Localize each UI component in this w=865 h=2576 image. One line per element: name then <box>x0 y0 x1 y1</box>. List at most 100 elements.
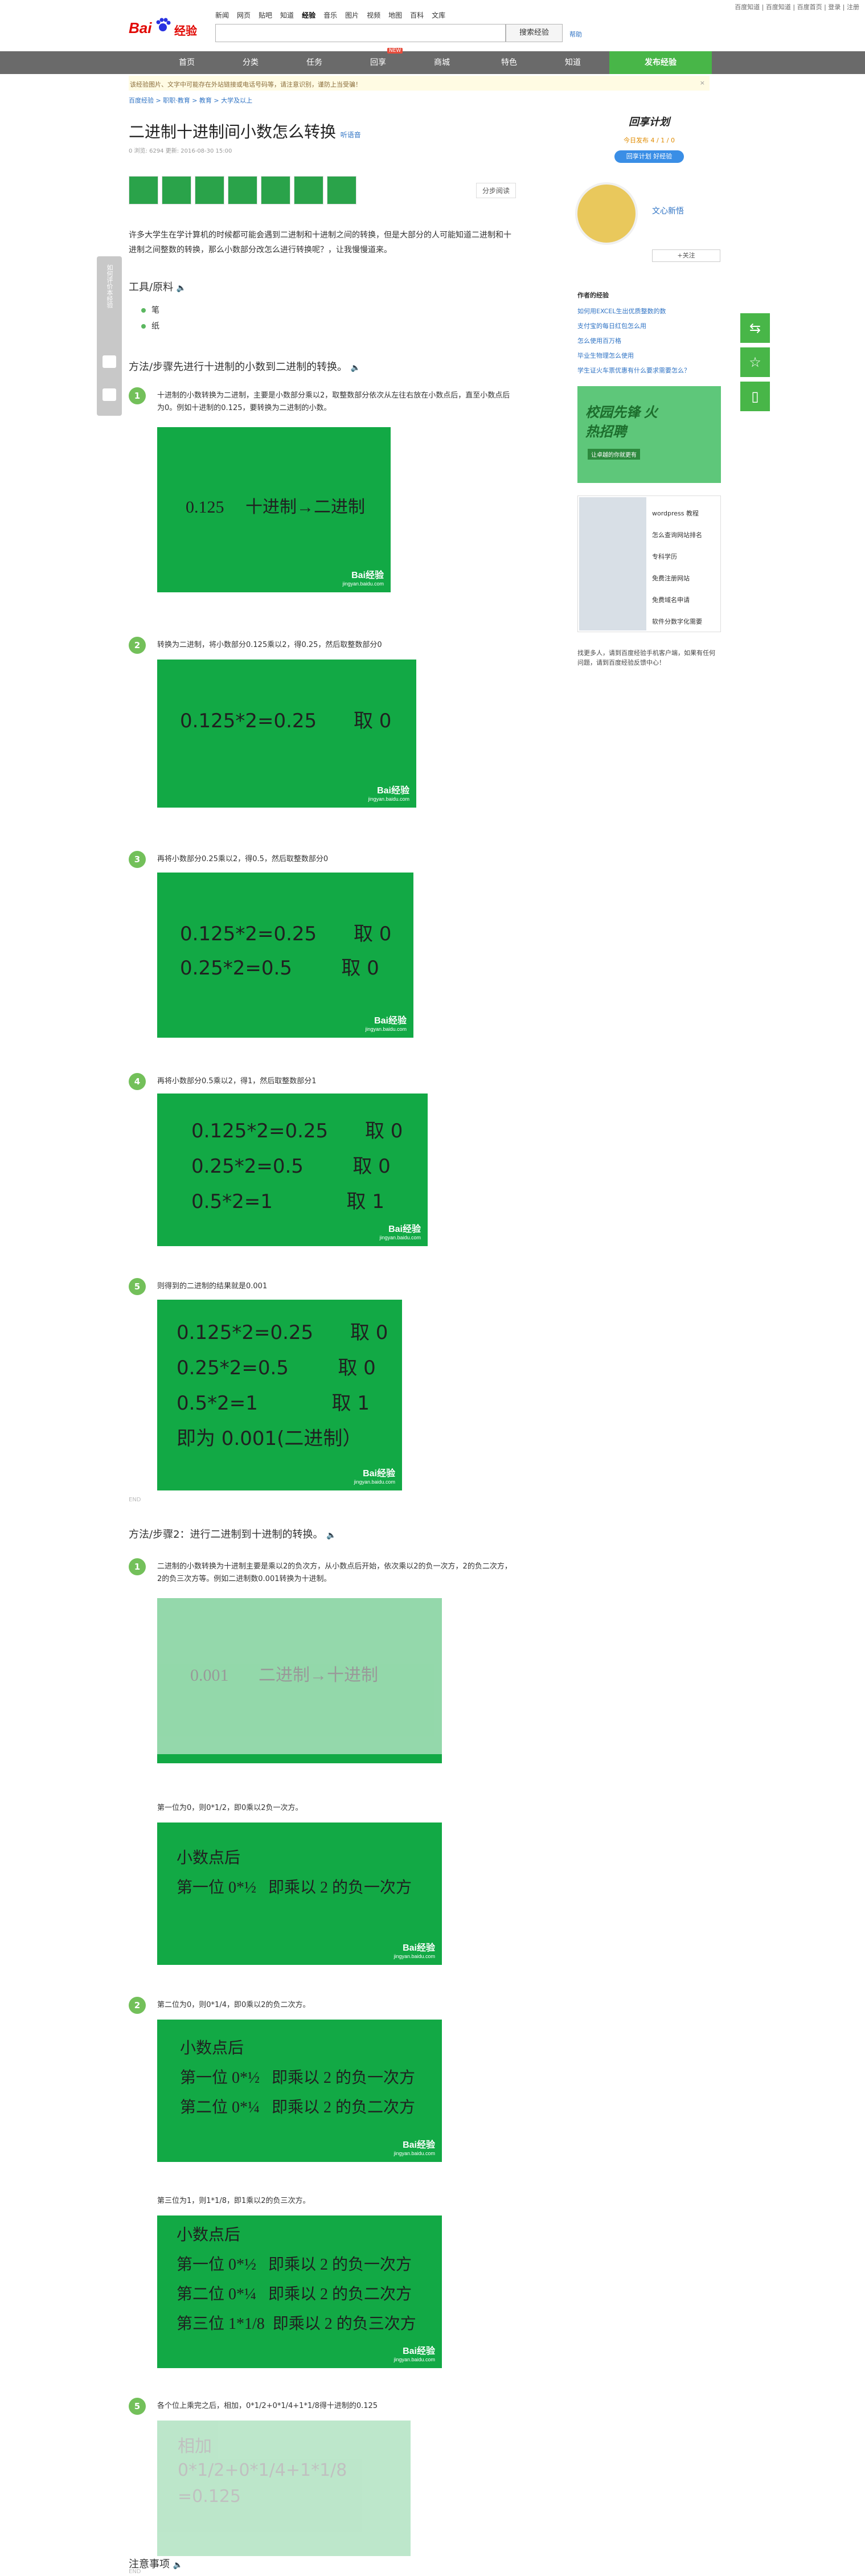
sidebar-footer: 找更多人，请到百度经验手机客户端，如果有任何问题，请到百度经验反馈中心！ <box>577 649 715 666</box>
author-exp-heading: 作者的经验 <box>577 292 609 299</box>
channel-wenku[interactable]: 文库 <box>432 10 445 20</box>
thumb-down-icon[interactable] <box>103 388 116 401</box>
nav-zhidao[interactable]: 知道 <box>546 51 600 74</box>
related-link[interactable]: 专科学历 <box>652 546 702 568</box>
step-number: 5 <box>129 1278 146 1295</box>
thumbnail[interactable] <box>228 176 257 204</box>
ad-banner[interactable]: 校园先锋 火热招聘 让卓越的你就更有 <box>577 386 721 483</box>
step-image[interactable]: 0.125*2=0.25 取 0 0.25*2=0.5 取 0 0.5*2=1 … <box>157 1094 428 1246</box>
nav-category[interactable]: 分类 <box>223 51 278 74</box>
new-badge: NEW <box>387 48 403 54</box>
step-text: 十进制的小数转换为二进制，主要是小数部分乘以2，取整数部分依次从左往右放在小数点… <box>157 391 510 412</box>
method2-heading: 方法/步骤2：进行二进制到十进制的转换。 🔈 <box>129 1529 337 1541</box>
thumbnail[interactable] <box>129 176 158 204</box>
speaker-icon[interactable]: 🔈 <box>173 2561 183 2570</box>
thumbnail[interactable] <box>294 176 323 204</box>
step-number: 2 <box>129 637 146 654</box>
channel-video[interactable]: 视频 <box>367 10 380 20</box>
step-number: 4 <box>129 1073 146 1090</box>
breadcrumb[interactable]: 百度经验 > 职职·教育 > 教育 > 大学及以上 <box>129 96 252 105</box>
exp-link[interactable]: 学生证火车票优惠有什么要求需要怎么？ <box>577 363 690 378</box>
channel-jingyan[interactable]: 经验 <box>302 10 315 20</box>
step-image[interactable]: 0.125 十进制→二进制 Bai经验 jingyan.baidu.com <box>157 427 391 592</box>
step-text: 第一位为0，则0*1/2，即0乘以2负一次方。 <box>157 1804 303 1812</box>
search-input[interactable] <box>215 24 506 42</box>
huixiang-brand: 回享计划 <box>629 116 670 128</box>
avatar[interactable] <box>575 182 638 245</box>
float-actions: ⇆ ☆ ▯ <box>740 313 770 416</box>
nav-special[interactable]: 特色 <box>482 51 536 74</box>
help-link[interactable]: 帮助 <box>569 30 582 39</box>
step-image[interactable]: 0.125*2=0.25 取 0 Bai经验 jingyan.baidu.com <box>157 660 416 808</box>
publish-button[interactable]: 发布经验 <box>609 51 712 74</box>
step-image[interactable]: 小数点后 第一位 0*½ 即乘以 2 的负一次方 第二位 0*¼ 即乘以 2 的… <box>157 2020 442 2162</box>
nav-task[interactable]: 任务 <box>287 51 342 74</box>
speaker-icon[interactable]: 🔈 <box>177 284 186 293</box>
channel-image[interactable]: 图片 <box>345 10 359 20</box>
top-links[interactable]: 百度知道 | 百度知道 | 百度首页 | 登录 | 注册 <box>735 2 859 11</box>
thumbnail[interactable] <box>162 176 191 204</box>
step-image[interactable]: 0.125*2=0.25 取 0 0.25*2=0.5 取 0 0.5*2=1 … <box>157 1300 402 1490</box>
related-link[interactable]: 免费域名申请 <box>652 589 702 611</box>
related-link[interactable]: 怎么查询网站排名 <box>652 525 702 546</box>
exp-link[interactable]: 如何用EXCEL生出优质整数的数 <box>577 304 690 319</box>
article-meta: 0 浏览: 6294 更新: 2016-08-30 15:00 <box>129 148 232 154</box>
related-link[interactable]: 免费注册网站 <box>652 568 702 589</box>
baidu-jingyan-logo[interactable]: Bai 经验 <box>129 16 208 43</box>
channel-zhidao[interactable]: 知道 <box>280 10 294 20</box>
paw-icon <box>156 18 171 31</box>
listen-button[interactable]: 听语音 <box>341 131 361 139</box>
sidebar: 回享计划 今日发布 4 / 1 / 0 回享计划 好经验 文心新悟 +关注 作者… <box>569 114 729 666</box>
star-icon[interactable]: ☆ <box>740 347 770 377</box>
huixiang-plan-button[interactable]: 回享计划 好经验 <box>614 150 684 163</box>
follow-button[interactable]: +关注 <box>652 249 720 262</box>
step-text: 转换为二进制，将小数部分0.125乘以2，得0.25，然后取整数部分0 <box>157 641 382 649</box>
exp-link[interactable]: 毕业生物理怎么使用 <box>577 349 690 363</box>
exp-link[interactable]: 怎么使用百万格 <box>577 334 690 349</box>
related-link[interactable]: 软件分数字化需要 <box>652 611 702 633</box>
step-text: 各个位上乘完之后，相加，0*1/2+0*1/4+1*1/8得十进制的0.125 <box>157 2402 378 2410</box>
thumbnail[interactable] <box>327 176 356 204</box>
logo-bai: Bai <box>129 19 152 36</box>
channel-baike[interactable]: 百科 <box>410 10 424 20</box>
publish-stats: 今日发布 4 / 1 / 0 <box>624 137 675 144</box>
step-image[interactable]: 小数点后 第一位 0*½ 即乘以 2 的负一次方 Bai经验 jingyan.ba… <box>157 1823 442 1965</box>
float-rating-panel[interactable]: 如何评价本经验 <box>97 256 122 416</box>
related-panel: wordpress 教程 怎么查询网站排名 专科学历 免费注册网站 免费域名申请… <box>577 495 721 632</box>
watermark: Bai经验 jingyan.baidu.com <box>342 571 384 587</box>
channel-nav: 新闻 网页 贴吧 知道 经验 音乐 图片 视频 地图 百科 文库 <box>215 10 445 20</box>
channel-music[interactable]: 音乐 <box>323 10 337 20</box>
speaker-icon[interactable]: 🔈 <box>326 1531 336 1540</box>
channel-tieba[interactable]: 贴吧 <box>259 10 272 20</box>
step-image[interactable]: 小数点后 第一位 0*½ 即乘以 2 的负一次方 第二位 0*¼ 即乘以 2 的… <box>157 2215 442 2368</box>
related-link[interactable]: wordpress 教程 <box>652 503 702 525</box>
nav-huixiang[interactable]: 回享 <box>351 51 405 74</box>
tools-heading: 工具/原料 🔈 <box>129 281 187 293</box>
step-image[interactable]: 相加 0*1/2+0*1/4+1*1/8 =0.125 <box>157 2421 411 2556</box>
author-name[interactable]: 文心新悟 <box>652 205 684 216</box>
step-text: 则得到的二进制的结果就是0.001 <box>157 1282 268 1291</box>
method1-heading: 方法/步骤先进行十进制的小数到二进制的转换。 🔈 <box>129 361 361 373</box>
nav-home[interactable]: 首页 <box>159 51 214 74</box>
end-mark: END <box>129 1497 141 1503</box>
thumb-up-icon[interactable] <box>103 355 116 368</box>
logo-jingyan: 经验 <box>174 24 197 38</box>
speaker-icon[interactable]: 🔈 <box>351 363 360 372</box>
exp-link[interactable]: 支付宝的每日红包怎么用 <box>577 319 690 334</box>
channel-map[interactable]: 地图 <box>388 10 402 20</box>
channel-news[interactable]: 新闻 <box>215 10 229 20</box>
step-image[interactable]: 0.001 二进制→十进制 <box>157 1598 442 1763</box>
nav-mall[interactable]: 商城 <box>415 51 469 74</box>
main-nav: 首页 分类 任务 回享 商城 特色 知道 <box>0 51 865 74</box>
thumbnail[interactable] <box>261 176 290 204</box>
step-number: 1 <box>129 1558 146 1575</box>
channel-web[interactable]: 网页 <box>237 10 251 20</box>
share-icon[interactable]: ⇆ <box>740 313 770 343</box>
step-read-button[interactable]: 分步阅读 <box>475 182 516 198</box>
phone-icon[interactable]: ▯ <box>740 382 770 411</box>
step-image[interactable]: 0.125*2=0.25 取 0 0.25*2=0.5 取 0 Bai经验 jin… <box>157 873 413 1038</box>
thumbnail[interactable] <box>195 176 224 204</box>
search-button[interactable]: 搜索经验 <box>506 24 563 42</box>
step-text: 二进制的小数转换为十进制主要是乘以2的负次方，从小数点后开始，依次乘以2的负一次… <box>157 1562 512 1583</box>
close-icon[interactable]: × <box>700 79 705 87</box>
